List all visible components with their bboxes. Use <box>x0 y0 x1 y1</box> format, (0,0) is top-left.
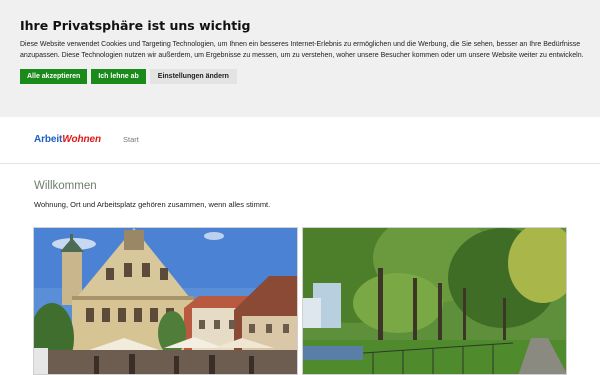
site-logo[interactable]: ArbeitWohnen <box>34 134 101 145</box>
cookie-banner: Ihre Privatsphäre ist uns wichtig Diese … <box>0 0 600 117</box>
navbar: ArbeitWohnen Start <box>0 117 600 164</box>
logo-part-arbeit: Arbeit <box>34 134 63 145</box>
reject-button[interactable]: Ich lehne ab <box>91 68 146 84</box>
logo-part-wohnen: Wohnen <box>62 134 101 145</box>
accept-all-button[interactable]: Alle akzeptieren <box>20 68 88 84</box>
town-square-photo <box>33 227 298 375</box>
nav-link-start[interactable]: Start <box>123 135 139 144</box>
change-settings-button[interactable]: Einstellungen ändern <box>149 68 237 84</box>
page-lead: Wohnung, Ort und Arbeitsplatz gehören zu… <box>34 200 271 209</box>
cookie-banner-title: Ihre Privatsphäre ist uns wichtig <box>20 18 251 33</box>
page-title: Willkommen <box>34 180 97 192</box>
cookie-banner-text: Diese Website verwendet Cookies und Targ… <box>20 41 584 59</box>
cookie-banner-buttons: Alle akzeptieren Ich lehne ab Einstellun… <box>20 68 580 84</box>
park-photo <box>302 227 567 375</box>
